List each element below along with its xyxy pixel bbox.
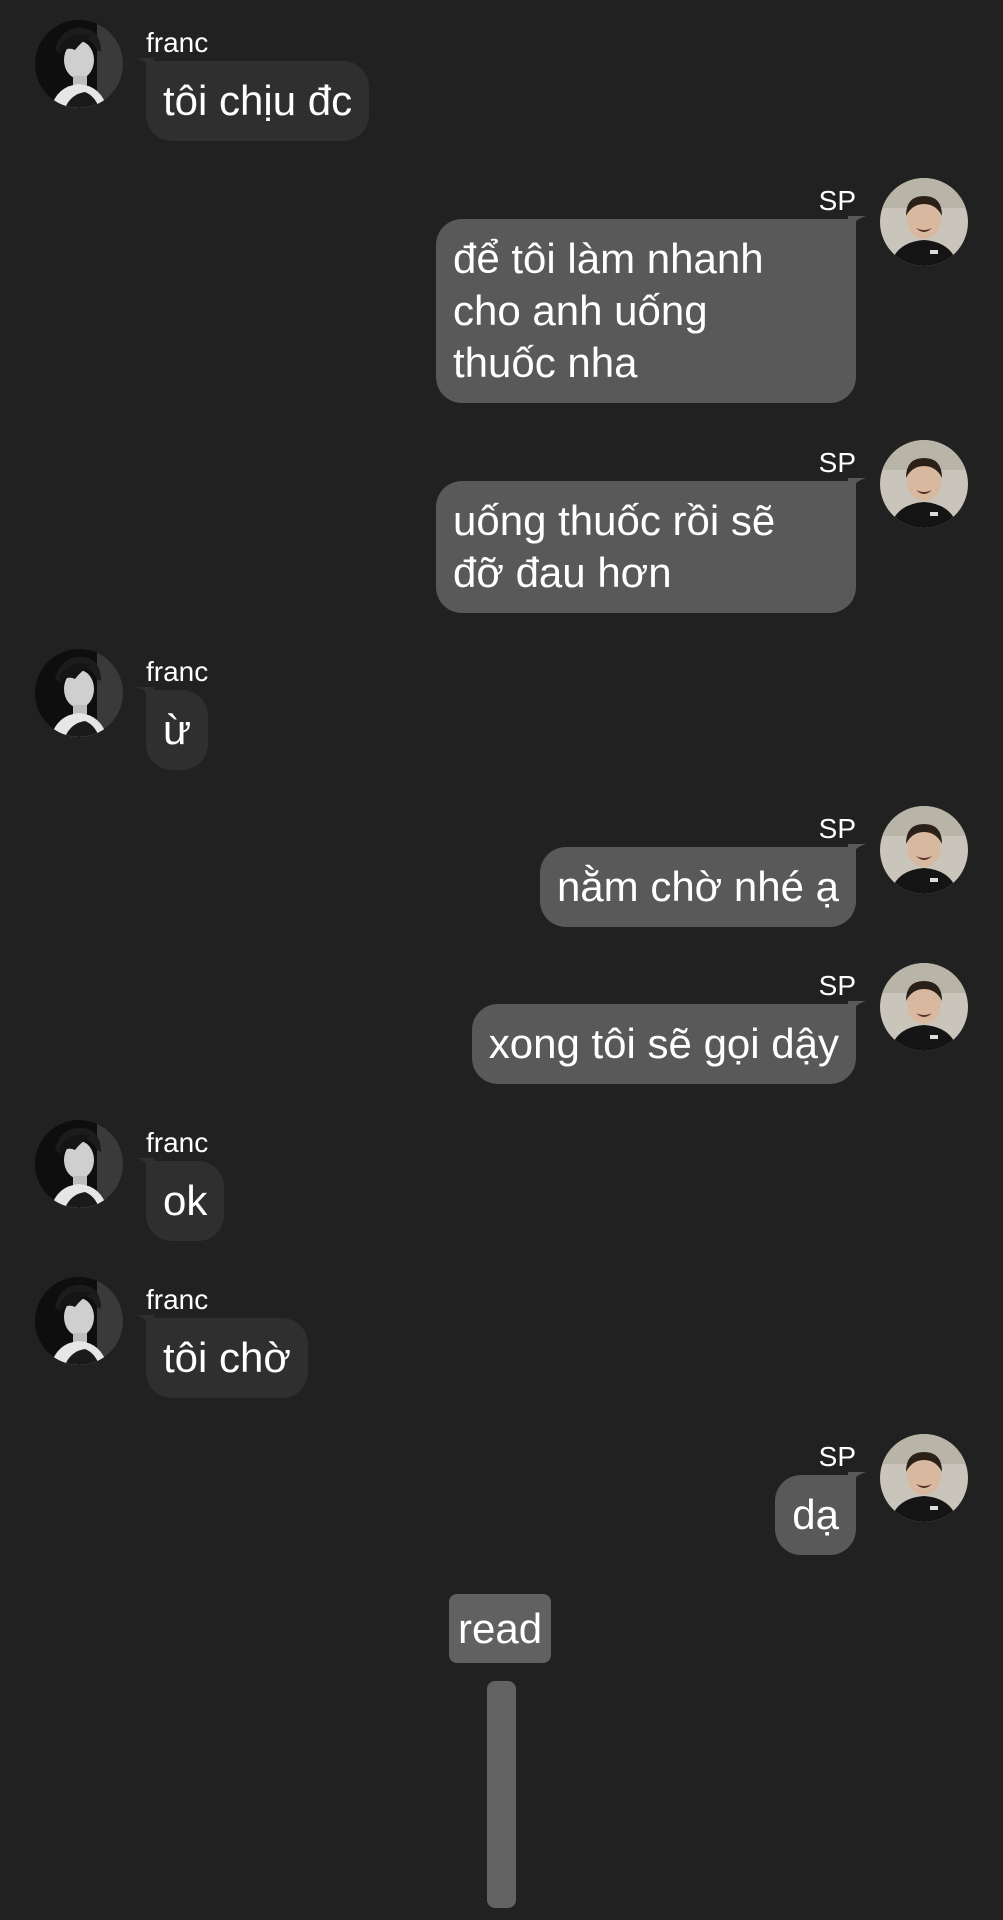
franc-avatar-icon[interactable] — [35, 1277, 123, 1365]
message-bubble[interactable]: uống thuốc rồi sẽ đỡ đau hơn — [436, 481, 856, 613]
sender-name: SP — [818, 447, 856, 478]
sp-avatar-icon[interactable] — [880, 178, 968, 266]
message-bubble[interactable]: xong tôi sẽ gọi dậy — [471, 1004, 856, 1084]
message-text-line: uống thuốc rồi sẽ — [453, 497, 776, 544]
message-bubble[interactable]: tôi chờ — [146, 1318, 308, 1398]
message-text: tôi chịu đc — [163, 77, 353, 124]
message-text: ừ — [163, 706, 192, 753]
sender-name: franc — [146, 27, 209, 58]
sp-avatar-icon[interactable] — [880, 440, 968, 528]
message-bubble[interactable]: dạ — [775, 1475, 856, 1555]
sender-name: SP — [818, 970, 856, 1001]
message-text: ok — [163, 1177, 208, 1224]
message-text: tôi chờ — [163, 1334, 291, 1381]
message-bubble[interactable]: để tôi làm nhanh cho anh uống thuốc nha — [436, 219, 856, 403]
message-text-line: thuốc nha — [453, 339, 638, 386]
message-bubble[interactable]: ừ — [146, 690, 209, 770]
sender-name: franc — [146, 1284, 209, 1315]
sender-name: SP — [818, 1441, 856, 1472]
sender-name: franc — [146, 1127, 209, 1158]
message-text-line: cho anh uống — [453, 287, 708, 334]
sp-avatar-icon[interactable] — [880, 806, 968, 894]
message-text-line: để tôi làm nhanh — [453, 235, 764, 282]
franc-avatar-icon[interactable] — [35, 649, 123, 737]
sp-avatar-icon[interactable] — [880, 1434, 968, 1522]
message-bubble[interactable]: tôi chịu đc — [146, 61, 370, 141]
message-text: dạ — [792, 1491, 839, 1538]
message-text: xong tôi sẽ gọi dậy — [488, 1020, 839, 1067]
scroll-handle[interactable] — [487, 1681, 516, 1908]
franc-avatar-icon[interactable] — [35, 20, 123, 108]
message-bubble[interactable]: nằm chờ nhé ạ — [539, 847, 856, 927]
read-status-badge: read — [449, 1594, 552, 1663]
sender-name: SP — [818, 185, 856, 216]
sender-name: franc — [146, 656, 209, 687]
franc-avatar-icon[interactable] — [35, 1120, 123, 1208]
sender-name: SP — [818, 813, 856, 844]
message-text-line: đỡ đau hơn — [453, 549, 672, 596]
sp-avatar-icon[interactable] — [880, 963, 968, 1051]
message-bubble[interactable]: ok — [146, 1161, 225, 1241]
message-text: nằm chờ nhé ạ — [556, 863, 839, 910]
